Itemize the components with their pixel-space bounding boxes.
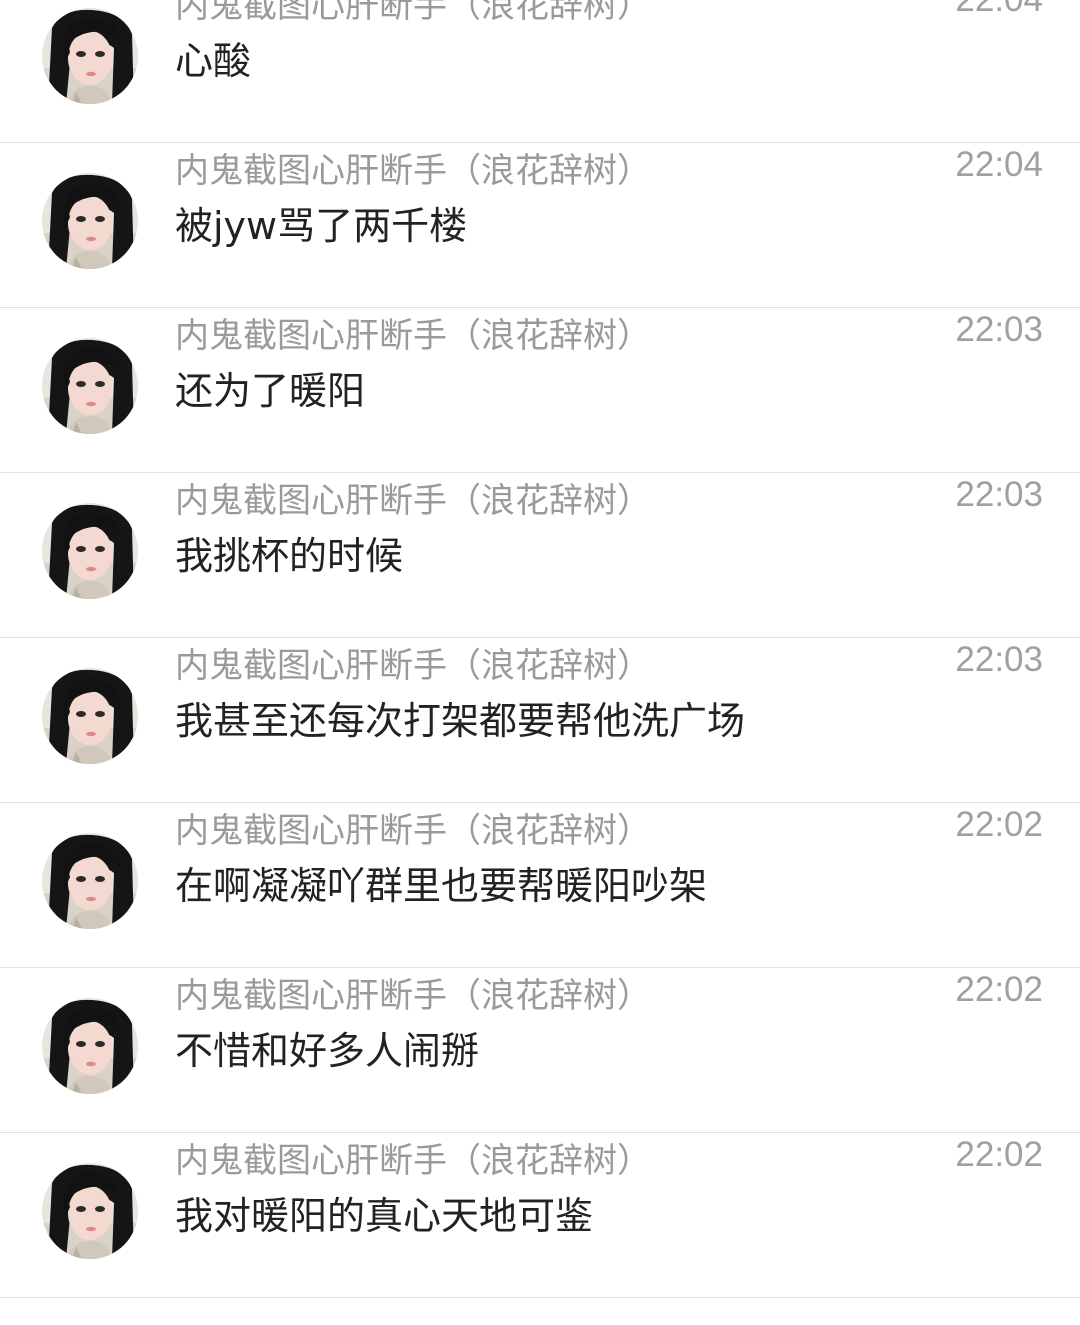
message-text: 在啊凝凝吖群里也要帮暖阳吵架 [175,864,708,908]
sender-name: 内鬼截图心肝断手（浪花辞树） [175,151,651,191]
message-time: 22:03 [955,310,1043,349]
avatar[interactable] [42,668,138,764]
avatar[interactable] [42,833,138,929]
message-time: 22:02 [955,805,1043,844]
sender-name: 内鬼截图心肝断手（浪花辞树） [175,316,651,356]
message-time: 22:04 [955,0,1043,22]
message-text: 我挑杯的时候 [175,534,404,578]
sender-name: 内鬼截图心肝断手（浪花辞树） [175,646,651,686]
list-item[interactable]: 内鬼截图心肝断手（浪花辞树） 22:04 被jyw骂了两千楼 [0,143,1080,308]
list-item[interactable]: 内鬼截图心肝断手（浪花辞树） 22:03 我甚至还每次打架都要帮他洗广场 [0,638,1080,803]
list-item[interactable]: 内鬼截图心肝断手（浪花辞树） 22:02 在啊凝凝吖群里也要帮暖阳吵架 [0,803,1080,968]
sender-name: 内鬼截图心肝断手（浪花辞树） [175,1141,651,1181]
message-text: 还为了暖阳 [175,369,366,413]
message-time: 22:02 [955,970,1043,1009]
message-time: 22:03 [955,475,1043,514]
list-item[interactable]: 内鬼截图心肝断手（浪花辞树） 22:03 我挑杯的时候 [0,473,1080,638]
message-text: 被jyw骂了两千楼 [175,204,468,248]
avatar[interactable] [42,503,138,599]
sender-name: 内鬼截图心肝断手（浪花辞树） [175,976,651,1016]
avatar[interactable] [42,173,138,269]
message-time: 22:02 [955,1135,1043,1174]
avatar[interactable] [42,998,138,1094]
message-list: 内鬼截图心肝断手（浪花辞树） 22:04 心酸 内鬼截图心肝断手（浪花辞树） 2… [0,0,1080,1325]
message-text: 我对暖阳的真心天地可鉴 [175,1194,594,1238]
avatar[interactable] [42,338,138,434]
avatar[interactable] [42,1163,138,1259]
avatar[interactable] [42,8,138,104]
list-item[interactable]: 内鬼截图心肝断手（浪花辞树） 22:02 我对暖阳的真心天地可鉴 [0,1133,1080,1298]
list-item[interactable]: 内鬼截图心肝断手（浪花辞树） 22:03 还为了暖阳 [0,308,1080,473]
message-text: 不惜和好多人闹掰 [175,1029,480,1073]
sender-name: 内鬼截图心肝断手（浪花辞树） [175,811,651,851]
sender-name: 内鬼截图心肝断手（浪花辞树） [175,481,651,521]
message-time: 22:03 [955,640,1043,679]
list-item[interactable]: 内鬼截图心肝断手（浪花辞树） 22:04 心酸 [0,0,1080,143]
message-text: 心酸 [175,39,252,83]
list-item[interactable]: 内鬼截图心肝断手（浪花辞树） 22:02 不惜和好多人闹掰 [0,968,1080,1133]
message-time: 22:04 [955,145,1043,184]
message-text: 我甚至还每次打架都要帮他洗广场 [175,699,746,743]
sender-name: 内鬼截图心肝断手（浪花辞树） [175,0,651,26]
